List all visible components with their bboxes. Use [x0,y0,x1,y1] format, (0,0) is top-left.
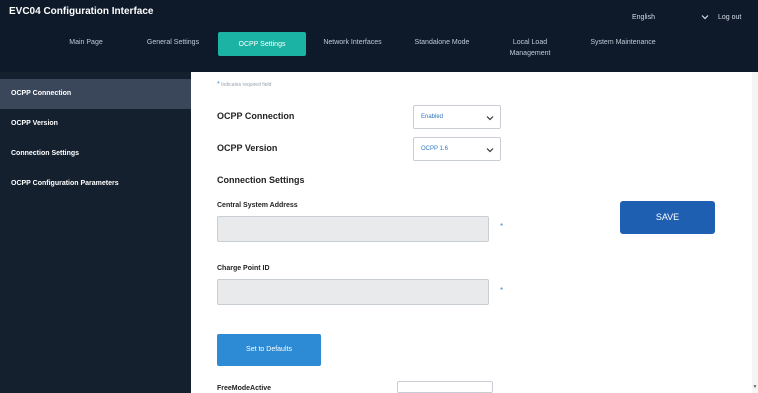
nav-system-maintenance[interactable]: System Maintenance [582,37,664,48]
ocpp-connection-label: OCPP Connection [217,111,295,121]
nav-standalone-mode[interactable]: Standalone Mode [406,37,478,48]
freemodeactive-select[interactable] [397,381,493,393]
nav-main-page[interactable]: Main Page [58,37,114,48]
nav-network-interfaces[interactable]: Network Interfaces [315,37,390,48]
sidebar-item-ocpp-version[interactable]: OCPP Version [0,109,191,139]
sidebar: OCPP Connection OCPP Version Connection … [0,72,191,393]
sidebar-item-ocpp-configuration-parameters[interactable]: OCPP Configuration Parameters [0,169,191,199]
logout-link[interactable]: Log out [718,14,741,21]
ocpp-connection-select[interactable]: Enabled [413,105,501,129]
ocpp-connection-value: Enabled [421,114,444,120]
save-button[interactable]: SAVE [620,201,715,234]
required-marker: * [217,81,220,88]
ocpp-version-label: OCPP Version [217,143,278,153]
central-system-address-label: Central System Address [217,202,298,209]
top-header: EVC04 Configuration Interface English Lo… [0,0,758,72]
chevron-down-icon[interactable] [700,12,710,22]
language-select[interactable]: English [632,14,655,21]
sidebar-item-connection-settings[interactable]: Connection Settings [0,139,191,169]
chevron-down-icon [486,116,494,121]
ocpp-version-select[interactable]: OCPP 1.6 [413,137,501,161]
required-marker: * [500,286,504,295]
required-field-note: * Indicates required field [217,81,271,88]
set-to-defaults-button[interactable]: Set to Defaults [217,334,321,366]
chevron-down-icon [486,148,494,153]
ocpp-version-value: OCPP 1.6 [421,146,448,152]
nav-local-load-management[interactable]: Local Load Management [497,37,563,59]
sidebar-item-ocpp-connection[interactable]: OCPP Connection [0,79,191,109]
central-system-address-input[interactable] [217,216,489,242]
app-title: EVC04 Configuration Interface [9,6,154,17]
charge-point-id-input[interactable] [217,279,489,305]
charge-point-id-label: Charge Point ID [217,265,270,272]
freemodeactive-label: FreeModeActive [217,385,272,392]
required-marker: * [500,222,504,231]
scrollbar[interactable]: ▼ [752,72,758,393]
connection-settings-heading: Connection Settings [217,175,305,185]
scroll-down-icon[interactable]: ▼ [752,384,758,390]
nav-general-settings[interactable]: General Settings [140,37,206,48]
required-note-text: Indicates required field [221,82,272,88]
nav-ocpp-settings[interactable]: OCPP Settings [218,32,306,56]
